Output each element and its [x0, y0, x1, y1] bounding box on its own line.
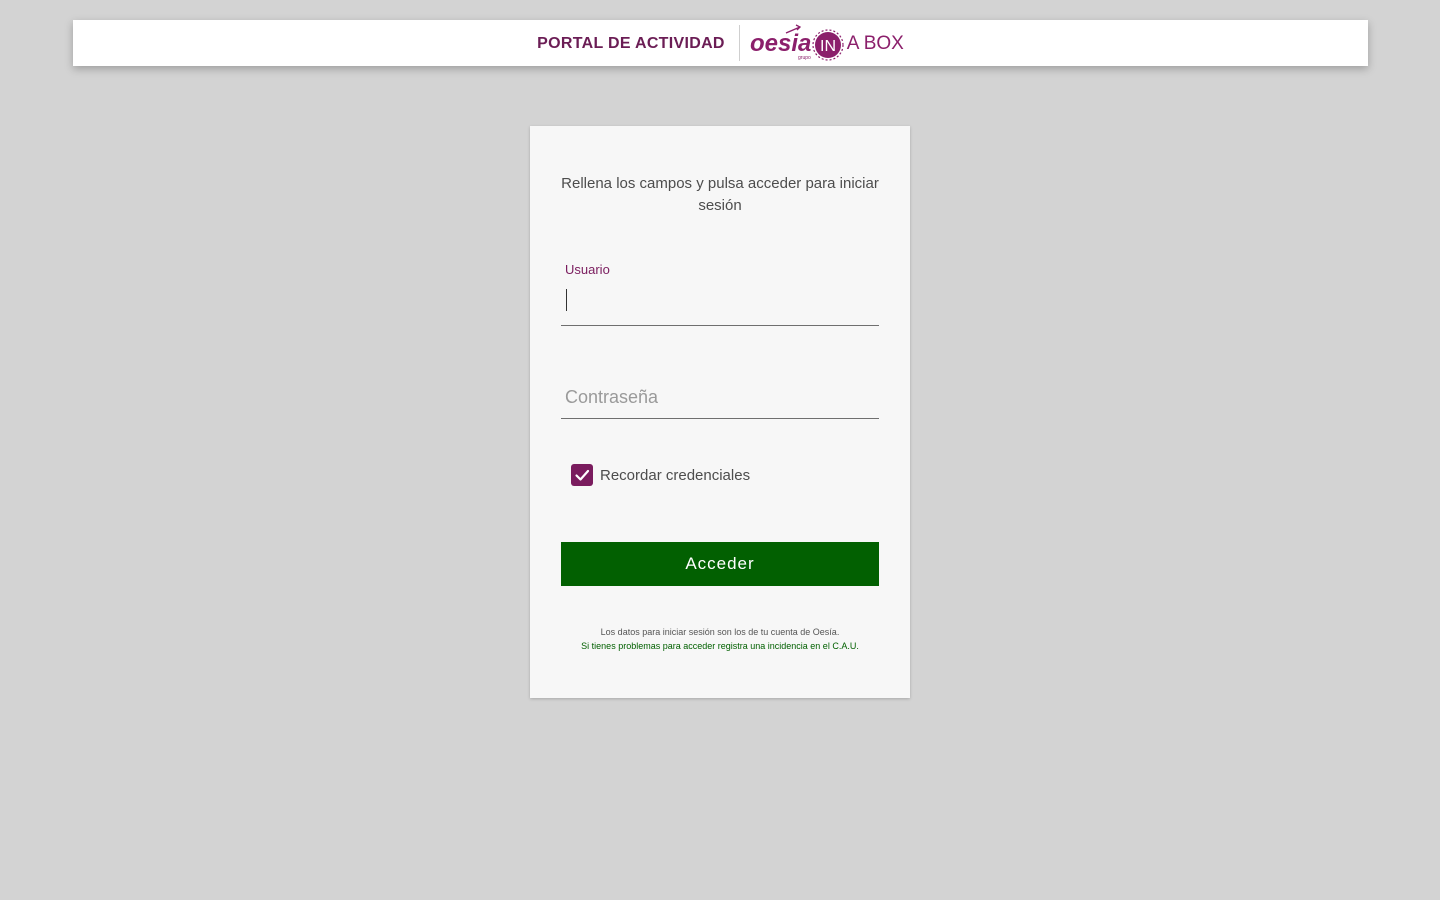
remember-credentials[interactable]: Recordar credenciales [571, 464, 750, 486]
username-label: Usuario [565, 262, 610, 277]
top-bar: PORTAL DE ACTIVIDAD oesia grupo IN A BOX [73, 20, 1368, 66]
username-field: Usuario [561, 260, 879, 326]
footnote: Los datos para iniciar sesión son los de… [540, 625, 900, 653]
login-card: Rellena los campos y pulsa acceder para … [530, 126, 910, 698]
footnote-support: Si tienes problemas para acceder registr… [581, 641, 859, 651]
remember-checkbox[interactable] [571, 464, 593, 486]
username-input[interactable] [565, 291, 879, 317]
text-cursor [566, 289, 567, 311]
password-input[interactable] [565, 384, 879, 410]
brand: oesia grupo IN A BOX [740, 20, 904, 66]
login-intro: Rellena los campos y pulsa acceder para … [561, 175, 879, 214]
login-button[interactable]: Acceder [561, 542, 879, 586]
portal-title: PORTAL DE ACTIVIDAD [537, 35, 725, 52]
brand-sub: grupo [798, 55, 811, 61]
brand-name: oesia [750, 30, 811, 57]
check-icon [575, 469, 590, 481]
remember-label: Recordar credenciales [600, 466, 751, 484]
footnote-account: Los datos para iniciar sesión son los de… [600, 627, 840, 637]
password-field [561, 366, 879, 419]
brand-suffix: A BOX [846, 32, 904, 54]
oesia-logo: oesia grupo IN [750, 24, 844, 61]
brand-in: IN [820, 38, 836, 55]
